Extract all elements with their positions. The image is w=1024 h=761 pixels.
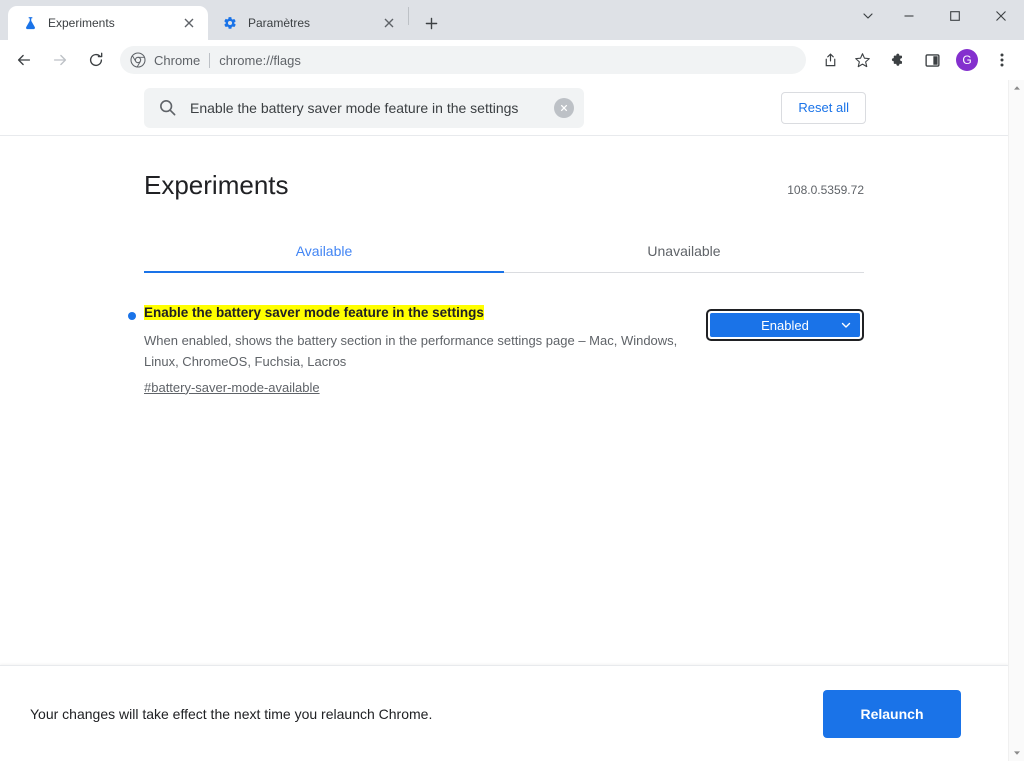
gear-icon bbox=[222, 15, 238, 31]
share-icon[interactable] bbox=[815, 45, 845, 75]
flag-entry-battery-saver: Enable the battery saver mode feature in… bbox=[128, 303, 864, 397]
new-tab-button[interactable] bbox=[417, 9, 445, 37]
maximize-button[interactable] bbox=[932, 0, 978, 32]
chevron-down-icon bbox=[840, 319, 852, 331]
address-bar[interactable]: Chrome chrome://flags bbox=[120, 46, 806, 74]
reload-icon[interactable] bbox=[80, 44, 112, 76]
flag-state-value: Enabled bbox=[761, 317, 809, 333]
page-scrollbar[interactable] bbox=[1008, 80, 1024, 761]
browser-toolbar: Chrome chrome://flags G bbox=[0, 40, 1024, 80]
close-icon[interactable] bbox=[380, 14, 398, 32]
flags-content: Experiments 108.0.5359.72 Available Unav… bbox=[0, 136, 1024, 397]
chrome-icon bbox=[130, 52, 146, 68]
flag-list: Enable the battery saver mode feature in… bbox=[128, 303, 864, 397]
tab-available[interactable]: Available bbox=[144, 231, 504, 273]
side-panel-icon[interactable] bbox=[917, 45, 947, 75]
window-controls bbox=[850, 0, 1024, 32]
page-title: Experiments bbox=[144, 170, 289, 200]
tab-separator bbox=[408, 7, 409, 25]
experiments-header: Experiments 108.0.5359.72 bbox=[0, 136, 1024, 201]
relaunch-button[interactable]: Relaunch bbox=[823, 689, 961, 738]
flask-icon bbox=[22, 15, 38, 31]
tab-title: Experiments bbox=[48, 16, 115, 30]
minimize-button[interactable] bbox=[886, 0, 932, 32]
tab-title: Paramètres bbox=[248, 16, 311, 30]
search-input-value: Enable the battery saver mode feature in… bbox=[190, 99, 519, 116]
omnibox-chip-label: Chrome bbox=[154, 52, 201, 68]
search-icon bbox=[158, 98, 178, 118]
flag-state-select[interactable]: Enabled bbox=[710, 313, 860, 337]
omnibox-divider bbox=[209, 52, 211, 68]
scroll-down-arrow-icon[interactable] bbox=[1009, 745, 1024, 761]
close-icon[interactable] bbox=[180, 14, 198, 32]
avatar-initial: G bbox=[956, 49, 978, 71]
flags-page: Enable the battery saver mode feature in… bbox=[0, 80, 1024, 761]
clear-icon[interactable] bbox=[554, 97, 574, 118]
browser-tab-parametres[interactable]: Paramètres bbox=[208, 6, 408, 40]
browser-tab-experiments[interactable]: Experiments bbox=[8, 6, 208, 40]
back-arrow-icon[interactable] bbox=[8, 44, 40, 76]
relaunch-message: Your changes will take effect the next t… bbox=[30, 705, 433, 722]
flag-select-focus-ring: Enabled bbox=[706, 309, 864, 341]
tab-unavailable[interactable]: Unavailable bbox=[504, 231, 864, 272]
flag-permalink[interactable]: #battery-saver-mode-available bbox=[144, 380, 320, 395]
close-window-button[interactable] bbox=[978, 0, 1024, 32]
three-dot-menu-icon[interactable] bbox=[987, 45, 1017, 75]
reset-all-button[interactable]: Reset all bbox=[781, 91, 866, 124]
search-input[interactable]: Enable the battery saver mode feature in… bbox=[144, 87, 584, 128]
omnibox-url: chrome://flags bbox=[219, 52, 301, 68]
star-icon[interactable] bbox=[847, 45, 877, 75]
flag-status-dot bbox=[128, 312, 136, 320]
flags-search-bar: Enable the battery saver mode feature in… bbox=[0, 80, 1024, 136]
forward-arrow-icon bbox=[44, 44, 76, 76]
flag-description: When enabled, shows the battery section … bbox=[144, 332, 678, 369]
flag-body: Enable the battery saver mode feature in… bbox=[144, 303, 706, 397]
scroll-up-arrow-icon[interactable] bbox=[1009, 80, 1024, 96]
browser-window: Experiments Paramètres Chrome chrome://f… bbox=[0, 0, 1024, 761]
avatar[interactable]: G bbox=[952, 45, 982, 75]
tab-strip: Experiments Paramètres bbox=[0, 0, 1024, 40]
flag-title: Enable the battery saver mode feature in… bbox=[144, 305, 484, 320]
puzzle-icon[interactable] bbox=[882, 45, 912, 75]
version-label: 108.0.5359.72 bbox=[787, 183, 864, 197]
relaunch-bar: Your changes will take effect the next t… bbox=[0, 665, 1008, 761]
toolbar-actions: G bbox=[814, 45, 1018, 75]
tab-search-button[interactable] bbox=[850, 0, 886, 32]
flags-tabs: Available Unavailable bbox=[144, 231, 864, 273]
